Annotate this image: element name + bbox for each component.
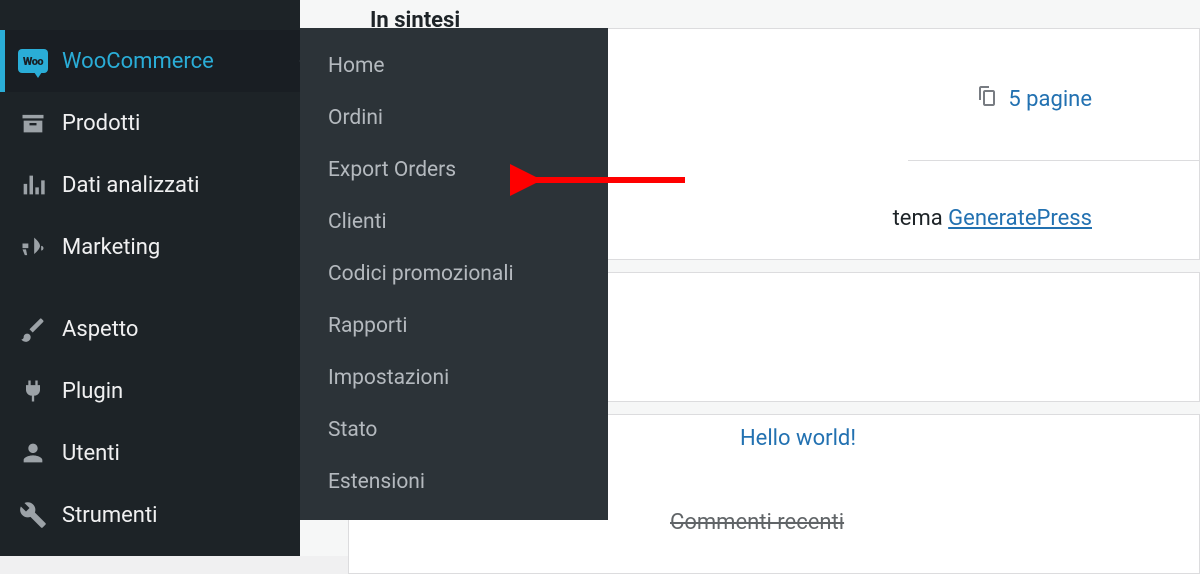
sidebar-item-utenti[interactable]: Utenti [0,422,300,484]
chart-icon [18,170,48,200]
archive-icon [18,108,48,138]
sidebar-item-strumenti[interactable]: Strumenti [0,484,300,546]
sidebar-item-label: Plugin [62,379,123,404]
sidebar-item-dati-analizzati[interactable]: Dati analizzati [0,154,300,216]
submenu-item-estensioni[interactable]: Estensioni [300,456,608,508]
annotation-arrow [510,160,690,204]
submenu-item-impostazioni[interactable]: Impostazioni [300,352,608,404]
admin-sidebar: Woo WooCommerce Prodotti Dati analizzati… [0,0,300,556]
wrench-icon [18,500,48,530]
sidebar-item-prodotti[interactable]: Prodotti [0,92,300,154]
sidebar-item-label: Strumenti [62,503,158,528]
sidebar-item-label: Prodotti [62,111,140,136]
woocommerce-submenu: Home Ordini Export Orders Clienti Codici… [300,28,608,520]
submenu-item-codici-promozionali[interactable]: Codici promozionali [300,248,608,300]
theme-link[interactable]: GeneratePress [948,206,1092,231]
sidebar-item-plugin[interactable]: Plugin [0,360,300,422]
submenu-item-ordini[interactable]: Ordini [300,92,608,144]
comments-recent-label: Commenti recenti [670,510,844,535]
sidebar-item-aspetto[interactable]: Aspetto [0,298,300,360]
submenu-item-home[interactable]: Home [300,40,608,92]
submenu-item-rapporti[interactable]: Rapporti [300,300,608,352]
submenu-item-stato[interactable]: Stato [300,404,608,456]
woo-icon: Woo [18,46,48,76]
theme-prefix: tema [893,206,949,231]
sidebar-item-marketing[interactable]: Marketing [0,216,300,278]
pages-icon [974,84,998,114]
user-icon [18,438,48,468]
pages-link[interactable]: 5 pagine [974,84,1092,114]
brush-icon [18,314,48,344]
sidebar-item-label: WooCommerce [62,49,214,74]
theme-line: tema GeneratePress [893,206,1092,231]
megaphone-icon [18,232,48,262]
divider [908,160,1200,161]
hello-world-link[interactable]: Hello world! [740,426,856,451]
sidebar-item-label: Utenti [62,441,120,466]
sidebar-item-woocommerce[interactable]: Woo WooCommerce [0,30,300,92]
sidebar-item-label: Aspetto [62,317,138,342]
plug-icon [18,376,48,406]
sidebar-item-label: Marketing [62,235,160,260]
pages-label: 5 pagine [1008,87,1092,112]
sidebar-item-label: Dati analizzati [62,173,200,198]
